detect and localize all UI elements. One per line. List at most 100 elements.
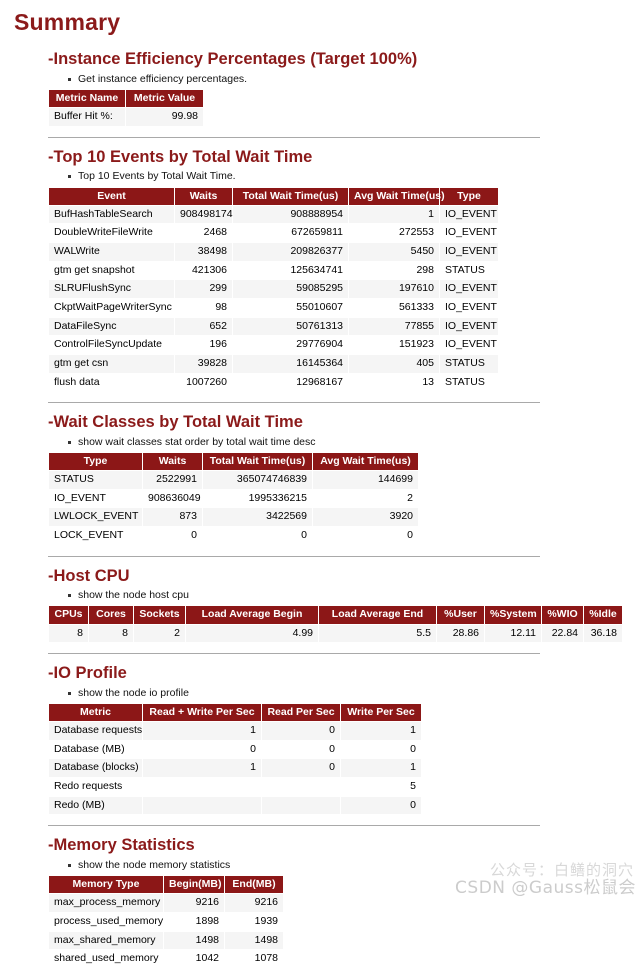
section-description: show the node host cpu xyxy=(68,588,644,602)
cell-type: LWLOCK_EVENT xyxy=(48,507,143,528)
cell-waits: 2522991 xyxy=(142,470,203,490)
cell-load-average-begin: 4.99 xyxy=(185,623,319,644)
cell-total-wait: 1995336215 xyxy=(202,488,313,509)
section-top-events: -Top 10 Events by Total Wait Time Top 10… xyxy=(0,147,644,393)
cell-end-mb: 1498 xyxy=(224,930,284,951)
column-header: Begin(MB) xyxy=(163,875,225,895)
column-header: Sockets xyxy=(133,605,186,625)
section-title-instance-efficiency: -Instance Efficiency Percentages (Target… xyxy=(48,50,418,69)
cell-type: IO_EVENT xyxy=(48,488,143,509)
page-title: Summary xyxy=(14,9,121,35)
section-description: show the node io profile xyxy=(68,686,644,700)
table-row: gtm get csn 39828 16145364 405 STATUS xyxy=(48,353,499,374)
cell-metric-value: 99.98 xyxy=(125,107,204,127)
table-host-cpu: CPUs Cores Sockets Load Average Begin Lo… xyxy=(48,605,623,644)
section-divider xyxy=(48,653,540,655)
cell-waits: 2468 xyxy=(174,223,233,244)
table-row: WALWrite 38498 209826377 5450 IO_EVENT xyxy=(48,242,499,262)
cell-end-mb: 9216 xyxy=(224,893,284,913)
report-page: Summary -Instance Efficiency Percentages… xyxy=(0,0,644,969)
cell-write-per-sec: 1 xyxy=(340,758,422,779)
section-instance-efficiency: -Instance Efficiency Percentages (Target… xyxy=(0,49,644,127)
cell-end-mb: 1939 xyxy=(224,911,284,932)
cell-type: STATUS xyxy=(48,470,143,490)
section-divider xyxy=(48,555,540,557)
cell-total-wait: 16145364 xyxy=(232,353,349,374)
cell-type: IO_EVENT xyxy=(439,297,499,318)
cell-avg-wait: 1 xyxy=(348,204,440,225)
table-header-row: Memory Type Begin(MB) End(MB) xyxy=(48,875,284,895)
cell-begin-mb: 1042 xyxy=(163,949,225,969)
table-wait-classes: Type Waits Total Wait Time(us) Avg Wait … xyxy=(48,451,419,546)
cell-begin-mb: 1498 xyxy=(163,930,225,951)
cell-pct-system: 12.11 xyxy=(484,623,542,644)
cell-load-average-end: 5.5 xyxy=(318,623,437,644)
cell-type: IO_EVENT xyxy=(439,242,499,262)
cell-pct-user: 28.86 xyxy=(436,623,485,644)
cell-total-wait: 365074746839 xyxy=(202,470,313,490)
section-title-top-events: -Top 10 Events by Total Wait Time xyxy=(48,147,313,166)
table-row: process_used_memory 1898 1939 xyxy=(48,911,284,932)
cell-avg-wait: 5450 xyxy=(348,242,440,262)
cell-read-write-per-sec: 1 xyxy=(142,721,262,741)
cell-read-per-sec: 0 xyxy=(261,758,341,779)
section-title-io-profile: -IO Profile xyxy=(48,664,127,683)
cell-pct-wio: 22.84 xyxy=(541,623,584,644)
cell-total-wait: 3422569 xyxy=(202,507,313,528)
table-row: ControlFileSyncUpdate 196 29776904 15192… xyxy=(48,335,499,355)
table-memory-statistics: Memory Type Begin(MB) End(MB) max_proces… xyxy=(48,875,284,969)
section-host-cpu: -Host CPU show the node host cpu CPUs Co… xyxy=(0,566,644,644)
section-desc-list-host-cpu: show the node host cpu xyxy=(48,588,644,602)
table-row: Buffer Hit %: 99.98 xyxy=(48,107,204,127)
section-wait-classes: -Wait Classes by Total Wait Time show wa… xyxy=(0,412,644,546)
cell-read-per-sec xyxy=(261,795,341,816)
table-io-profile: Metric Read + Write Per Sec Read Per Sec… xyxy=(48,703,422,816)
column-header: Write Per Sec xyxy=(340,703,422,723)
cell-read-per-sec: 0 xyxy=(261,721,341,741)
cell-begin-mb: 1898 xyxy=(163,911,225,932)
cell-read-write-per-sec xyxy=(142,795,262,816)
table-row: DataFileSync 652 50761313 77855 IO_EVENT xyxy=(48,316,499,337)
cell-waits: 98 xyxy=(174,297,233,318)
column-header: %Idle xyxy=(583,605,623,625)
table-row: IO_EVENT 908636049 1995336215 2 xyxy=(48,488,419,509)
cell-total-wait: 125634741 xyxy=(232,260,349,281)
table-row: max_shared_memory 1498 1498 xyxy=(48,930,284,951)
cell-pct-idle: 36.18 xyxy=(583,623,623,644)
cell-type: STATUS xyxy=(439,353,499,374)
cell-waits: 421306 xyxy=(174,260,233,281)
cell-avg-wait: 561333 xyxy=(348,297,440,318)
table-row: BufHashTableSearch 908498174 908888954 1… xyxy=(48,204,499,225)
column-header: Total Wait Time(us) xyxy=(202,451,313,472)
column-header: Metric Value xyxy=(125,89,204,109)
table-row: flush data 1007260 12968167 13 STATUS xyxy=(48,372,499,393)
cell-type: IO_EVENT xyxy=(439,204,499,225)
cell-type: LOCK_EVENT xyxy=(48,526,143,546)
section-description: Top 10 Events by Total Wait Time. xyxy=(68,169,644,183)
column-header: %System xyxy=(484,605,542,625)
section-desc-list-top-events: Top 10 Events by Total Wait Time. xyxy=(48,169,644,183)
section-title-memory-statistics: -Memory Statistics xyxy=(48,836,195,855)
cell-avg-wait: 2 xyxy=(312,488,419,509)
cell-total-wait: 59085295 xyxy=(232,279,349,299)
cell-read-write-per-sec: 0 xyxy=(142,739,262,760)
cell-metric: Redo requests xyxy=(48,777,143,797)
section-desc-list-instance-efficiency: Get instance efficiency percentages. xyxy=(48,72,644,86)
cell-event: SLRUFlushSync xyxy=(48,279,175,299)
table-row: Database (MB) 0 0 0 xyxy=(48,739,422,760)
column-header: Load Average Begin xyxy=(185,605,319,625)
column-header: End(MB) xyxy=(224,875,284,895)
cell-total-wait: 55010607 xyxy=(232,297,349,318)
cell-metric: Database requests xyxy=(48,721,143,741)
cell-write-per-sec: 0 xyxy=(340,739,422,760)
cell-read-write-per-sec: 1 xyxy=(142,758,262,779)
section-memory-statistics: -Memory Statistics show the node memory … xyxy=(0,835,644,969)
cell-memory-type: max_shared_memory xyxy=(48,930,164,951)
table-row: LOCK_EVENT 0 0 0 xyxy=(48,526,419,546)
column-header: Memory Type xyxy=(48,875,164,895)
cell-write-per-sec: 5 xyxy=(340,777,422,797)
cell-type: IO_EVENT xyxy=(439,223,499,244)
cell-avg-wait: 3920 xyxy=(312,507,419,528)
table-row: DoubleWriteFileWrite 2468 672659811 2725… xyxy=(48,223,499,244)
column-header: Load Average End xyxy=(318,605,437,625)
